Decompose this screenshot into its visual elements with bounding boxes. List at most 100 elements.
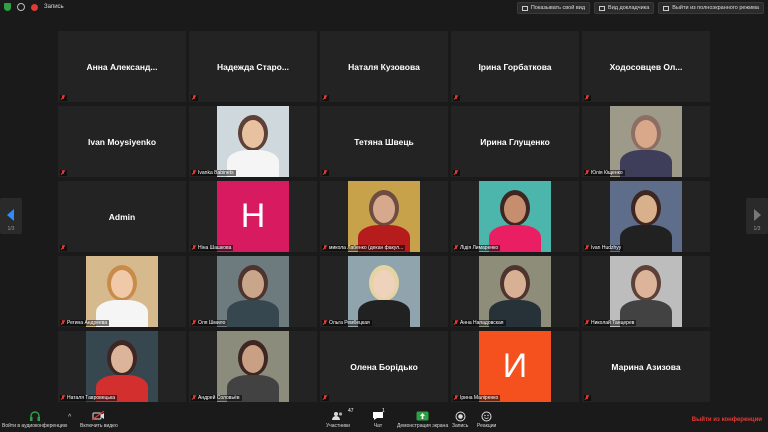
show-self-view-label: Показывать свой вид <box>530 5 586 11</box>
participant-tile[interactable]: Оля Шмило <box>189 256 317 327</box>
participant-video <box>479 256 551 327</box>
record-button[interactable]: Запись <box>452 410 468 429</box>
participant-tile[interactable]: Ольга Рембецкая <box>320 256 448 327</box>
participant-face <box>242 345 264 373</box>
participant-label-text: Ольга Рембецкая <box>329 320 370 326</box>
participant-name: Ірина Горбаткова <box>478 61 552 72</box>
participant-tile[interactable]: Николай Танцерев <box>582 256 710 327</box>
participant-label <box>322 95 329 101</box>
audio-options-button[interactable]: ^ <box>68 414 71 421</box>
show-self-view-button[interactable]: Показывать свой вид <box>516 2 591 14</box>
participant-face <box>635 120 657 148</box>
participant-tile[interactable]: Ivan Moysiyenko <box>58 106 186 177</box>
participant-tile[interactable]: Регина Андреева <box>58 256 186 327</box>
record-button-icon <box>455 410 466 422</box>
participants-count: 47 <box>347 408 354 414</box>
participant-face <box>504 195 526 223</box>
meeting-toolbar: Войти в аудиоконференцию ^ Включить виде… <box>0 408 768 432</box>
start-video-button[interactable]: Включить видео <box>80 410 118 429</box>
participant-tile[interactable]: Лідія Лимаренко <box>451 181 579 252</box>
mic-muted-icon <box>585 395 589 401</box>
participant-label-text: Наталя Тавровецька <box>67 395 116 401</box>
leave-meeting-button[interactable]: Выйти из конференции <box>692 417 762 423</box>
participant-face <box>111 270 133 298</box>
participant-tile[interactable]: Ірина Горбаткова <box>451 31 579 102</box>
chevron-right-icon <box>754 209 761 221</box>
speaker-view-button[interactable]: Вид докладчика <box>594 2 655 14</box>
participant-label: Ольга Рембецкая <box>322 320 372 326</box>
participant-tile[interactable]: И Ірина Маліренко <box>451 331 579 402</box>
participant-tile[interactable]: Юлія Кіщенко <box>582 106 710 177</box>
video-off-icon <box>92 410 105 422</box>
previous-page-button[interactable]: 1/3 <box>0 198 22 234</box>
participants-button[interactable]: 47 Участники <box>326 408 354 429</box>
chevron-up-icon: ^ <box>68 414 72 421</box>
participant-tile[interactable]: Андрей Соловьёв <box>189 331 317 402</box>
exit-fullscreen-label: Выйти из полноэкранного режима <box>672 5 759 11</box>
participant-tile[interactable]: Ivan Hudzhyy <box>582 181 710 252</box>
participants-label: Участники <box>326 423 350 429</box>
participant-tile[interactable]: Наталя Кузовова <box>320 31 448 102</box>
participant-label: Юлія Кіщенко <box>584 170 625 176</box>
participant-video <box>217 331 289 402</box>
participant-tile[interactable]: Надежда Старо... <box>189 31 317 102</box>
participant-label: Анна Нападовская <box>453 320 506 326</box>
participant-video <box>610 181 682 252</box>
reactions-label: Реакции <box>477 423 497 429</box>
participant-video <box>610 106 682 177</box>
participant-video <box>217 106 289 177</box>
participant-video <box>86 331 158 402</box>
participant-label: Николай Танцерев <box>584 320 637 326</box>
participant-face <box>373 270 395 298</box>
participant-label <box>322 170 329 176</box>
participant-tile[interactable]: Admin <box>58 181 186 252</box>
join-audio-button[interactable]: Войти в аудиоконференцию <box>2 410 67 429</box>
share-screen-button[interactable]: Демонстрация экрана <box>397 410 448 429</box>
reactions-button[interactable]: Реакции <box>477 410 496 429</box>
mic-muted-icon <box>323 395 327 401</box>
participant-label <box>60 170 67 176</box>
participant-tile[interactable]: Ходосовцев Ол... <box>582 31 710 102</box>
mic-muted-icon <box>61 170 65 176</box>
chat-button[interactable]: 1 Чат <box>372 408 385 429</box>
participant-tile[interactable]: Марина Азизова <box>582 331 710 402</box>
page-indicator-right: 1/3 <box>753 226 761 232</box>
participant-name: Олена Борідько <box>350 361 418 372</box>
participant-tile[interactable]: Анна Александ... <box>58 31 186 102</box>
participant-initial-avatar: H <box>217 181 289 252</box>
participant-initial-avatar: И <box>479 331 551 402</box>
participant-name: Ходосовцев Ол... <box>609 61 683 72</box>
reactions-icon <box>481 410 492 422</box>
participant-tile[interactable]: Ivanka Babinets <box>189 106 317 177</box>
participant-tile[interactable]: Ирина Глущенко <box>451 106 579 177</box>
mic-muted-icon <box>454 170 458 176</box>
participant-tile[interactable]: Наталя Тавровецька <box>58 331 186 402</box>
participant-video <box>348 181 420 252</box>
next-page-button[interactable]: 1/3 <box>746 198 768 234</box>
share-screen-label: Демонстрация экрана <box>397 423 449 429</box>
mic-muted-icon <box>454 95 458 101</box>
chat-label: Чат <box>373 423 383 429</box>
participants-icon: 47 <box>331 408 354 422</box>
mic-muted-icon <box>61 320 65 326</box>
participant-face <box>242 270 264 298</box>
exit-fullscreen-icon <box>663 5 670 11</box>
participant-tile[interactable]: микола Лабенко (декан факул... <box>320 181 448 252</box>
participant-tile[interactable]: Анна Нападовская <box>451 256 579 327</box>
shield-icon[interactable] <box>4 3 11 11</box>
mic-muted-icon <box>323 170 327 176</box>
participant-label-text: Николай Танцерев <box>591 320 635 326</box>
info-icon[interactable] <box>17 3 25 11</box>
exit-fullscreen-button[interactable]: Выйти из полноэкранного режима <box>658 2 764 14</box>
participant-video <box>217 256 289 327</box>
participant-label: Ivanka Babinets <box>191 170 236 176</box>
participant-label-text: Ivanka Babinets <box>198 170 234 176</box>
mic-muted-icon <box>454 395 458 401</box>
start-video-label: Включить видео <box>80 423 118 429</box>
participant-tile[interactable]: Тетяна Швець <box>320 106 448 177</box>
share-screen-icon <box>416 410 429 422</box>
participant-tile[interactable]: H Ніна Шашкова <box>189 181 317 252</box>
participant-label: Ніна Шашкова <box>191 245 234 251</box>
participant-label: Оля Шмило <box>191 320 228 326</box>
participant-tile[interactable]: Олена Борідько <box>320 331 448 402</box>
